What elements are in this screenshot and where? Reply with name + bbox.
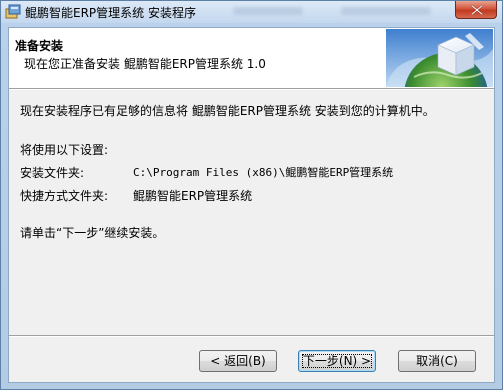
intro-text: 现在安装程序已有足够的信息将 鲲鹏智能ERP管理系统 安装到您的计算机中。	[20, 104, 435, 118]
window-title: 鲲鹏智能ERP管理系统 安装程序	[25, 6, 196, 20]
title-bar[interactable]: 鲲鹏智能ERP管理系统 安装程序	[1, 1, 502, 23]
footer-divider	[9, 335, 494, 337]
install-folder-label: 安装文件夹:	[20, 166, 85, 180]
installer-icon	[5, 4, 21, 19]
continue-instruction: 请单击“下一步”继续安装。	[20, 226, 165, 240]
page-subtitle: 现在您正准备安装 鲲鹏智能ERP管理系统 1.0	[24, 57, 266, 71]
back-button[interactable]: < 返回(B)	[199, 350, 277, 372]
header-divider	[9, 88, 494, 90]
shortcut-folder-label: 快捷方式文件夹:	[20, 189, 109, 203]
cancel-button[interactable]: 取消(C)	[398, 350, 476, 372]
title-bar-background	[233, 7, 303, 15]
wizard-page: 准备安装 现在您正准备安装 鲲鹏智能ERP管理系统 1.0 现在安装程序已有足够…	[8, 27, 495, 383]
page-title: 准备安装	[15, 39, 64, 53]
settings-heading: 将使用以下设置:	[20, 143, 109, 157]
next-button[interactable]: 下一步(N) >	[298, 350, 376, 372]
focus-rectangle	[302, 354, 372, 368]
wizard-header: 准备安装 现在您正准备安装 鲲鹏智能ERP管理系统 1.0	[9, 28, 494, 88]
install-folder-value: C:\Program Files (x86)\鲲鹏智能ERP管理系统	[133, 166, 394, 179]
close-icon	[471, 5, 483, 15]
globe-cube-icon	[386, 29, 493, 87]
close-button[interactable]	[455, 1, 497, 19]
shortcut-folder-value: 鲲鹏智能ERP管理系统	[133, 189, 253, 203]
title-bar-background	[341, 7, 431, 15]
installer-window: 鲲鹏智能ERP管理系统 安装程序 准备安装 现在您正准备安装 鲲鹏智能ERP管理…	[0, 0, 503, 390]
